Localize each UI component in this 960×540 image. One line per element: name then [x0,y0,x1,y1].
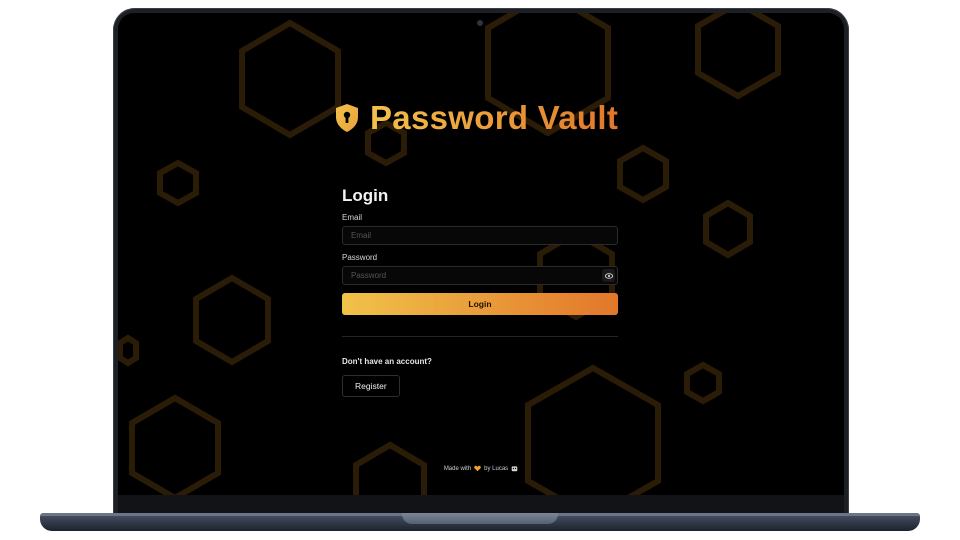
laptop-chin [118,495,844,515]
footer: Made with by Lucas [118,465,844,472]
eye-icon [604,272,613,279]
password-label: Password [342,253,378,262]
app-title: Password Vault [370,99,619,136]
no-account-prompt: Don't have an account? [342,357,432,366]
footer-author: by Lucas [484,465,509,472]
register-button[interactable]: Register [342,375,400,397]
email-input[interactable] [342,226,618,245]
heart-icon [474,465,481,472]
email-label: Email [342,213,363,222]
toggle-password-visibility-button[interactable] [602,269,615,282]
laptop-notch [402,513,558,524]
footer-made-with: Made with [443,465,472,472]
app-screen: Password Vault Login Email Password [118,13,844,495]
robot-icon [511,466,518,472]
login-button[interactable]: Login [342,293,618,315]
divider [342,336,618,337]
password-field-group: Password [342,253,618,285]
password-input-wrapper [342,266,618,285]
login-heading: Login [342,186,389,205]
camera-dot [477,20,483,26]
laptop-mockup: Password Vault Login Email Password [0,0,960,540]
password-input[interactable] [342,266,618,285]
email-field-group: Email [342,213,618,245]
login-form: Login Email Password Login [342,186,618,397]
shield-lock-icon [336,104,358,132]
brand-header: Password Vault [334,99,618,137]
